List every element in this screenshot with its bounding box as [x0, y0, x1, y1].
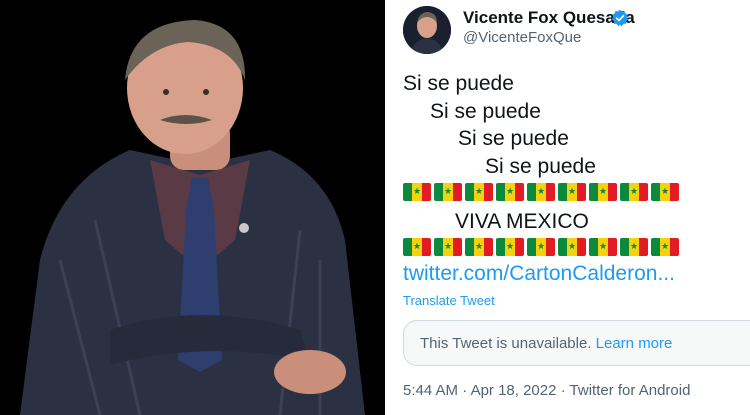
avatar-image [403, 6, 451, 54]
flag-emoji-icon [434, 238, 462, 256]
avatar[interactable] [403, 6, 451, 54]
portrait-illustration [0, 0, 385, 415]
quoted-tweet-card[interactable]: This Tweet is unavailable. Learn more [403, 320, 750, 366]
flag-emoji-icon [651, 238, 679, 256]
translate-tweet-link[interactable]: Translate Tweet [403, 293, 495, 308]
flag-emoji-icon [403, 238, 431, 256]
flag-emoji-icon [527, 183, 555, 201]
meta-separator: · [560, 382, 570, 399]
tweet-meta: 5:44 AM · Apr 18, 2022 · Twitter for And… [403, 382, 690, 399]
flag-emoji-icon [558, 238, 586, 256]
flag-emoji-icon [620, 183, 648, 201]
flag-row-top [403, 183, 679, 201]
tweet-date[interactable]: Apr 18, 2022 [471, 382, 557, 399]
handle[interactable]: @VicenteFoxQue [463, 29, 581, 46]
flag-row-bottom [403, 238, 679, 256]
tweet-line-2: Si se puede [430, 100, 541, 123]
portrait-photo [0, 0, 385, 415]
verified-badge-icon [611, 9, 629, 27]
flag-emoji-icon [465, 183, 493, 201]
tweet-link[interactable]: twitter.com/CartonCalderon... [403, 262, 675, 286]
tweet-line-3: Si se puede [458, 127, 569, 150]
flag-emoji-icon [558, 183, 586, 201]
learn-more-link[interactable]: Learn more [596, 335, 673, 352]
tweet-line-1: Si se puede [403, 72, 514, 95]
flag-emoji-icon [620, 238, 648, 256]
tweet-line-4: Si se puede [485, 155, 596, 178]
flag-emoji-icon [465, 238, 493, 256]
flag-emoji-icon [651, 183, 679, 201]
unavailable-text: This Tweet is unavailable. [420, 335, 592, 352]
display-name[interactable]: Vicente Fox Quesada [463, 8, 635, 28]
flag-emoji-icon [589, 238, 617, 256]
flag-emoji-icon [589, 183, 617, 201]
flag-emoji-icon [434, 183, 462, 201]
quoted-tweet-message: This Tweet is unavailable. Learn more [420, 335, 672, 352]
tweet-source[interactable]: Twitter for Android [570, 382, 691, 399]
flag-emoji-icon [403, 183, 431, 201]
tweet-card: Vicente Fox Quesada @VicenteFoxQue Si se… [385, 0, 750, 415]
flag-emoji-icon [496, 183, 524, 201]
tweet-time[interactable]: 5:44 AM [403, 382, 458, 399]
flag-emoji-icon [527, 238, 555, 256]
tweet-shout: VIVA MEXICO [455, 210, 589, 233]
meta-separator: · [462, 382, 471, 399]
flag-emoji-icon [496, 238, 524, 256]
